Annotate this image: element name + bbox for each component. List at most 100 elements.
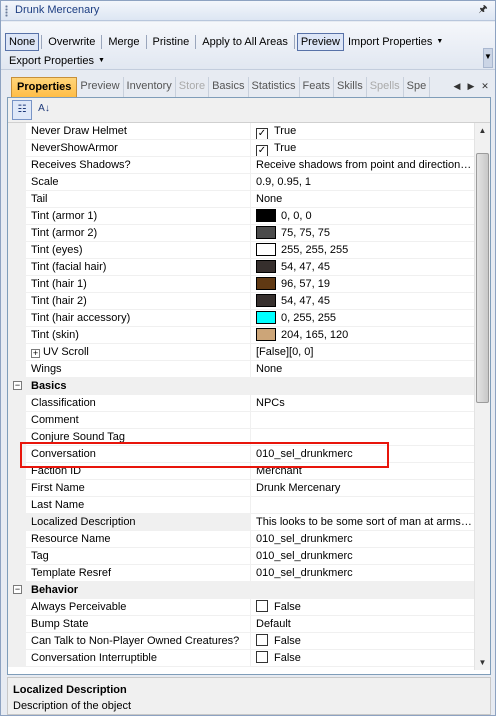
checked-checkbox[interactable]: ✓ (256, 128, 268, 139)
title-bar[interactable]: Drunk Mercenary 🖈 (1, 1, 495, 21)
tab-scroll-left-icon[interactable]: ◀ (451, 79, 463, 93)
property-name-tail[interactable]: Tail (26, 191, 251, 208)
unchecked-checkbox[interactable] (256, 634, 268, 646)
property-row[interactable]: Tag 010_sel_drunkmerc (8, 548, 474, 565)
property-row[interactable]: Faction ID Merchant (8, 463, 474, 480)
property-row[interactable]: Wings None (8, 361, 474, 378)
tab-special[interactable]: Spe (404, 77, 431, 97)
pin-icon[interactable]: 🖈 (477, 3, 489, 17)
property-value-comment[interactable] (251, 412, 474, 429)
property-name-conversation[interactable]: Conversation (26, 446, 251, 463)
property-row[interactable]: Tint (hair 2) 54, 47, 45 (8, 293, 474, 310)
property-name-tint-hair-accessory[interactable]: Tint (hair accessory) (26, 310, 251, 327)
property-value-faction-id[interactable]: Merchant (251, 463, 474, 480)
property-name-tint-armor-1[interactable]: Tint (armor 1) (26, 208, 251, 225)
property-name-faction-id[interactable]: Faction ID (26, 463, 251, 480)
close-icon[interactable]: ✕ (479, 79, 491, 93)
property-value-tail[interactable]: None (251, 191, 474, 208)
property-row[interactable]: Bump State Default (8, 616, 474, 633)
property-row[interactable]: Tint (skin) 204, 165, 120 (8, 327, 474, 344)
property-value-scale[interactable]: 0.9, 0.95, 1 (251, 174, 474, 191)
property-name-last-name[interactable]: Last Name (26, 497, 251, 514)
property-value-classification[interactable]: NPCs (251, 395, 474, 412)
category-row[interactable]: − Behavior (8, 582, 474, 599)
property-name-can-talk-to-non-player-owned-creatures[interactable]: Can Talk to Non-Player Owned Creatures? (26, 633, 251, 650)
property-row[interactable]: Classification NPCs (8, 395, 474, 412)
color-swatch[interactable] (256, 277, 276, 290)
categorized-view-icon[interactable]: ☷ (12, 100, 32, 120)
unchecked-checkbox[interactable] (256, 651, 268, 663)
unchecked-checkbox[interactable] (256, 600, 268, 612)
tab-properties[interactable]: Properties (11, 77, 78, 97)
tab-inventory[interactable]: Inventory (124, 77, 176, 97)
property-row[interactable]: Receives Shadows? Receive shadows from po… (8, 157, 474, 174)
merge-button[interactable]: Merge (104, 33, 143, 51)
property-value-last-name[interactable] (251, 497, 474, 514)
property-name-tint-armor-2[interactable]: Tint (armor 2) (26, 225, 251, 242)
vertical-scrollbar[interactable]: ▲ ▼ (474, 123, 490, 670)
property-row[interactable]: Tint (hair 1) 96, 57, 19 (8, 276, 474, 293)
property-value-tint-skin[interactable]: 204, 165, 120 (251, 327, 474, 344)
property-row[interactable]: Last Name (8, 497, 474, 514)
apply-to-all-areas-button[interactable]: Apply to All Areas (198, 33, 292, 51)
property-name-conversation-interruptible[interactable]: Conversation Interruptible (26, 650, 251, 667)
property-name-resource-name[interactable]: Resource Name (26, 531, 251, 548)
tab-feats[interactable]: Feats (300, 77, 335, 97)
property-row[interactable]: Can Talk to Non-Player Owned Creatures? F… (8, 633, 474, 650)
property-row[interactable]: Template Resref 010_sel_drunkmerc (8, 565, 474, 582)
property-name-template-resref[interactable]: Template Resref (26, 565, 251, 582)
scroll-up-icon[interactable]: ▲ (475, 123, 490, 138)
property-name-first-name[interactable]: First Name (26, 480, 251, 497)
property-row[interactable]: Tint (armor 1) 0, 0, 0 (8, 208, 474, 225)
preview-button[interactable]: Preview (296, 33, 344, 51)
property-row[interactable]: Never Draw Helmet ✓ True (8, 123, 474, 140)
tab-scroll-right-icon[interactable]: ▶ (465, 79, 477, 93)
property-row[interactable]: Scale 0.9, 0.95, 1 (8, 174, 474, 191)
color-swatch[interactable] (256, 226, 276, 239)
category-row[interactable]: − Basics (8, 378, 474, 395)
property-name-tint-hair-1[interactable]: Tint (hair 1) (26, 276, 251, 293)
property-row[interactable]: Tint (hair accessory) 0, 255, 255 (8, 310, 474, 327)
tab-spells[interactable]: Spells (367, 77, 404, 97)
drag-grip-icon[interactable] (5, 5, 8, 17)
property-row[interactable]: Resource Name 010_sel_drunkmerc (8, 531, 474, 548)
pristine-button[interactable]: Pristine (149, 33, 194, 51)
property-row[interactable]: Conversation 010_sel_drunkmerc (8, 446, 474, 463)
property-value-conversation-interruptible[interactable]: False (251, 650, 474, 667)
tab-store[interactable]: Store (176, 77, 210, 97)
overwrite-button[interactable]: Overwrite (44, 33, 99, 51)
property-name-nevershowarmor[interactable]: NeverShowArmor (26, 140, 251, 157)
checked-checkbox[interactable]: ✓ (256, 145, 268, 156)
property-value-tint-armor-1[interactable]: 0, 0, 0 (251, 208, 474, 225)
property-value-conversation[interactable]: 010_sel_drunkmerc (251, 446, 474, 463)
property-row[interactable]: Tint (eyes) 255, 255, 255 (8, 242, 474, 259)
property-value-never-draw-helmet[interactable]: ✓ True (251, 123, 474, 140)
property-value-tint-eyes[interactable]: 255, 255, 255 (251, 242, 474, 259)
toolbar-overflow-icon[interactable]: ▼ (483, 48, 493, 68)
property-value-bump-state[interactable]: Default (251, 616, 474, 633)
property-row[interactable]: + UV Scroll [False][0, 0] (8, 344, 474, 361)
scrollbar-thumb[interactable] (476, 153, 489, 403)
property-row[interactable]: Tint (armor 2) 75, 75, 75 (8, 225, 474, 242)
property-name-receives-shadows[interactable]: Receives Shadows? (26, 157, 251, 174)
property-value-conjure-sound-tag[interactable] (251, 429, 474, 446)
color-swatch[interactable] (256, 209, 276, 222)
color-swatch[interactable] (256, 243, 276, 256)
property-value-wings[interactable]: None (251, 361, 474, 378)
color-swatch[interactable] (256, 294, 276, 307)
property-row[interactable]: Tail None (8, 191, 474, 208)
collapse-icon[interactable]: − (13, 381, 22, 390)
property-row[interactable]: Tint (facial hair) 54, 47, 45 (8, 259, 474, 276)
category-behavior[interactable]: Behavior (26, 582, 474, 599)
property-name-tint-skin[interactable]: Tint (skin) (26, 327, 251, 344)
property-value-tint-hair-2[interactable]: 54, 47, 45 (251, 293, 474, 310)
property-value-can-talk-to-non-player-owned-creatures[interactable]: False (251, 633, 474, 650)
property-value-always-perceivable[interactable]: False (251, 599, 474, 616)
property-name-scale[interactable]: Scale (26, 174, 251, 191)
export-properties-dropdown[interactable]: Export Properties ▼ (5, 52, 109, 70)
color-swatch[interactable] (256, 260, 276, 273)
property-row[interactable]: Conversation Interruptible False (8, 650, 474, 667)
property-name-conjure-sound-tag[interactable]: Conjure Sound Tag (26, 429, 251, 446)
property-value-resource-name[interactable]: 010_sel_drunkmerc (251, 531, 474, 548)
property-value-tint-armor-2[interactable]: 75, 75, 75 (251, 225, 474, 242)
